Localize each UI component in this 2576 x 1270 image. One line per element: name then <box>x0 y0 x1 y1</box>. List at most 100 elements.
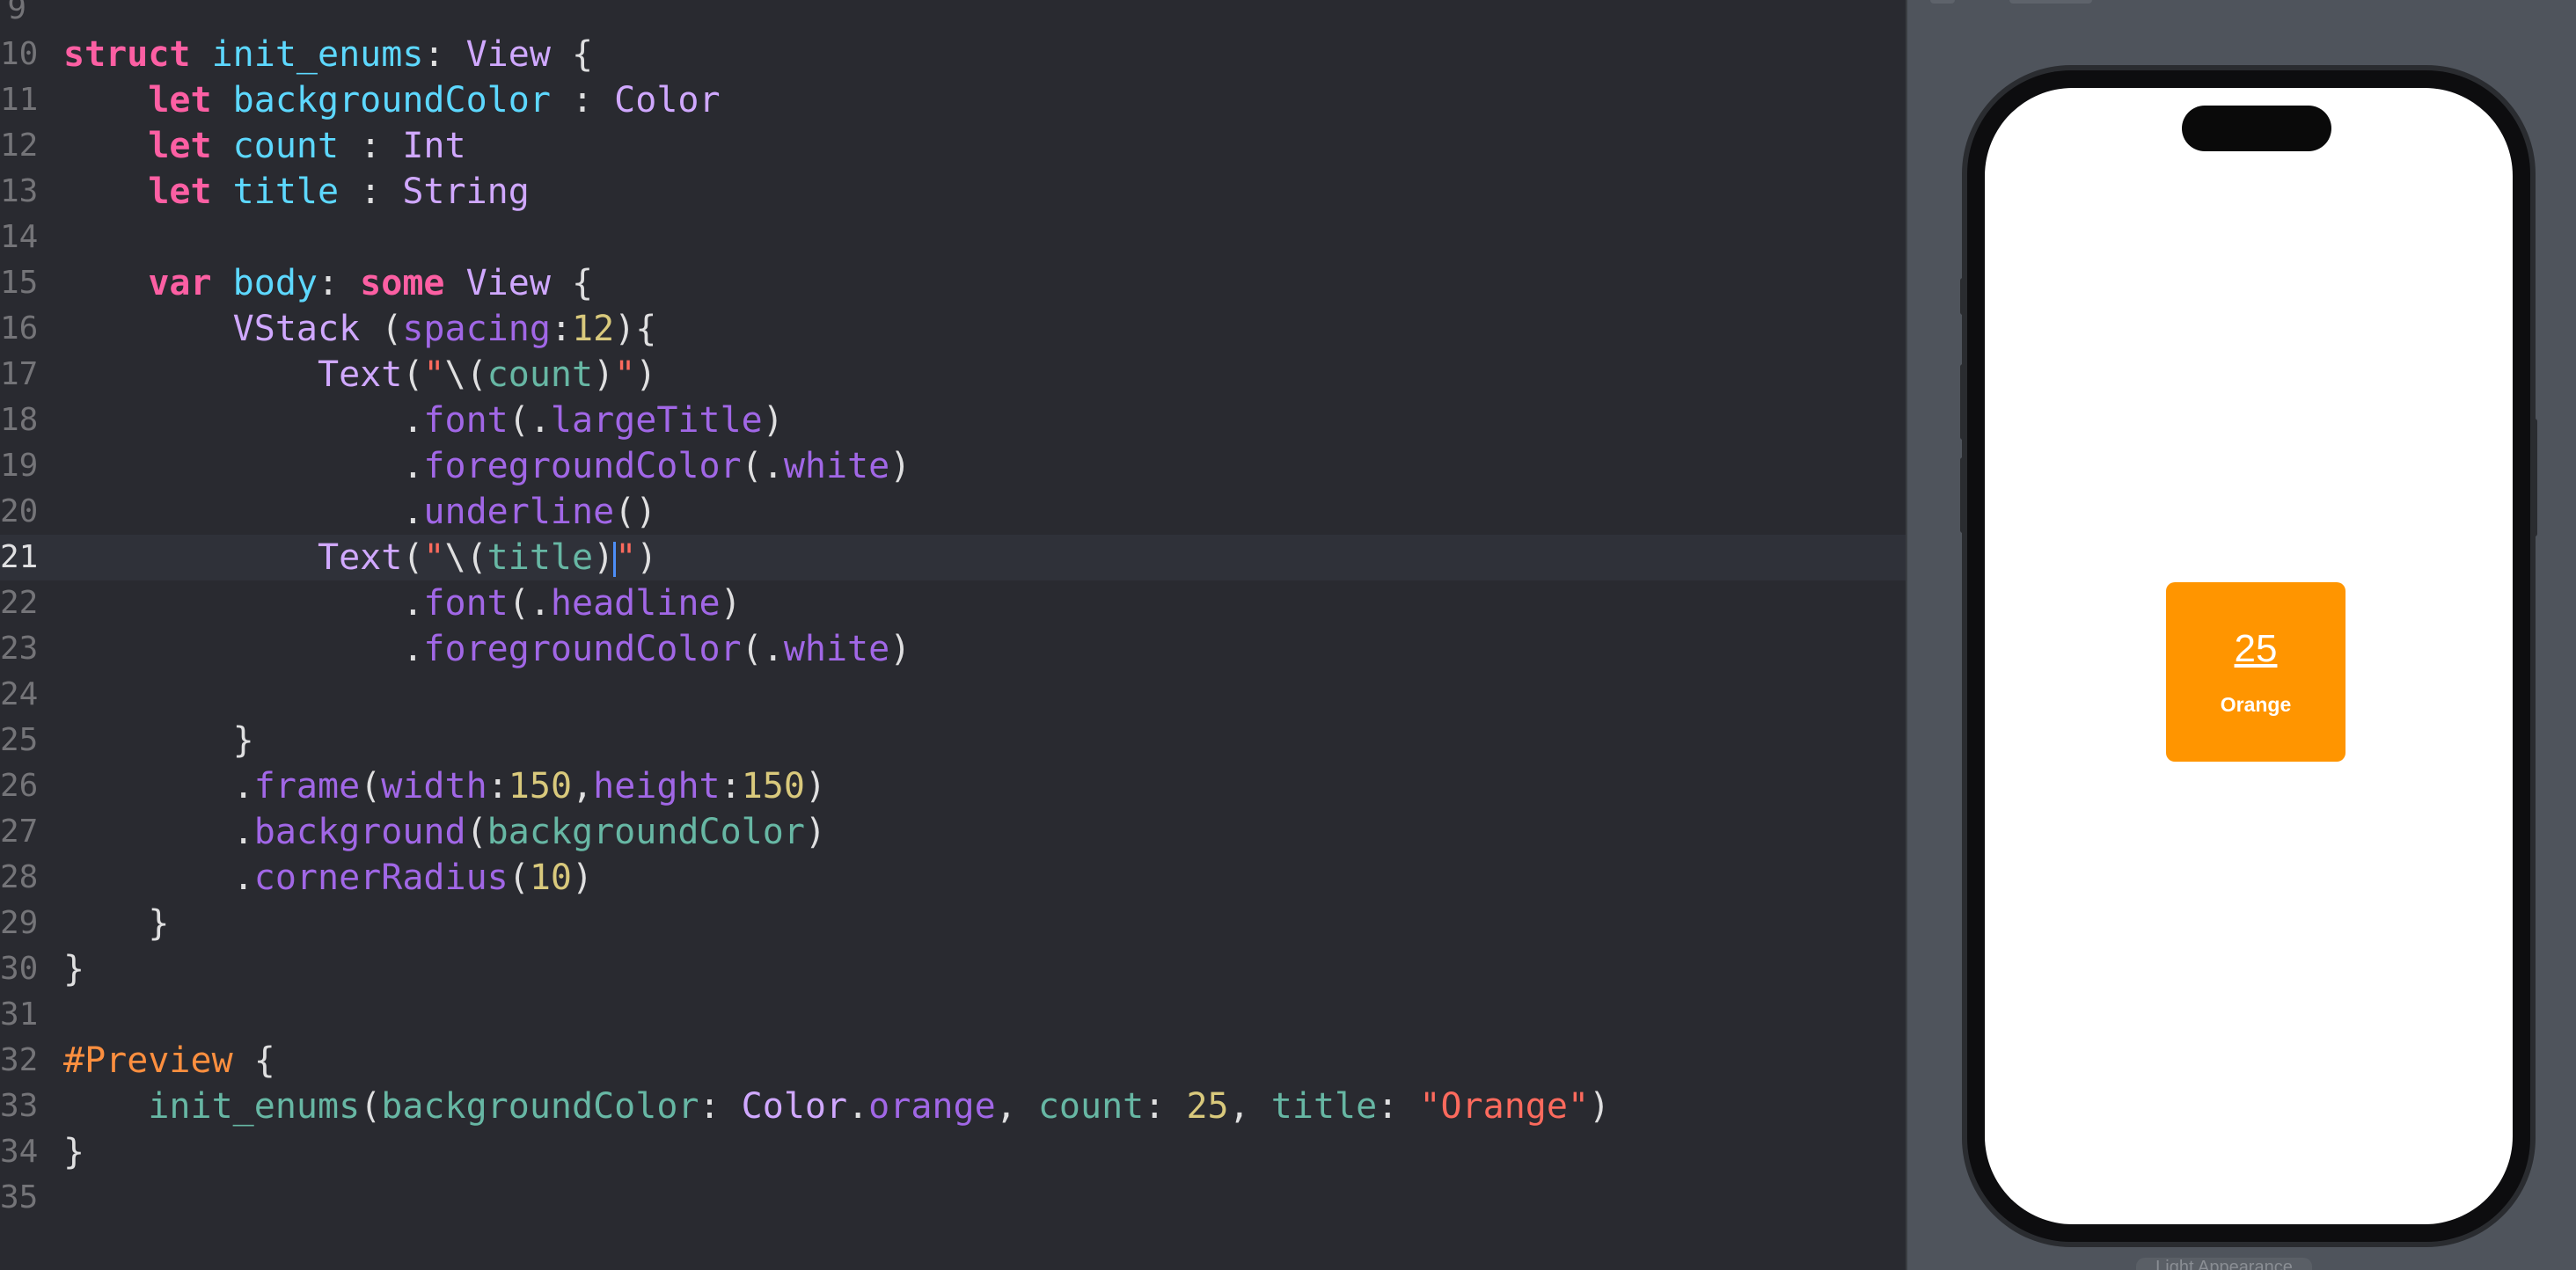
code-line[interactable]: 34} <box>0 1129 1906 1175</box>
code-text[interactable]: .background(backgroundColor) <box>63 809 826 855</box>
code-token: ) <box>1589 1086 1611 1127</box>
power-button <box>2530 419 2537 536</box>
code-line[interactable]: 11 let backgroundColor : Color <box>0 77 1906 123</box>
code-line[interactable]: 35 <box>0 1175 1906 1221</box>
preview-canvas[interactable]: 25 Orange Light Appearance <box>1906 0 2576 1270</box>
code-token: backgroundColor <box>232 80 551 120</box>
code-token: cornerRadius <box>253 858 509 898</box>
code-text[interactable]: let backgroundColor : Color <box>63 77 721 123</box>
code-line[interactable]: 19 .foregroundColor(.white) <box>0 443 1906 489</box>
code-token: " <box>615 537 637 578</box>
code-token: . <box>63 812 254 852</box>
code-token: Color <box>614 80 721 120</box>
code-token: ) <box>593 537 615 578</box>
code-token: white <box>783 629 890 669</box>
appearance-label[interactable]: Light Appearance <box>2136 1258 2312 1270</box>
code-line[interactable]: 23 .foregroundColor(.white) <box>0 626 1906 672</box>
code-text[interactable]: .foregroundColor(.white) <box>63 626 911 672</box>
code-token: spacing <box>402 309 551 349</box>
code-token: height <box>593 766 721 807</box>
code-line[interactable]: 30} <box>0 946 1906 992</box>
code-token: ) <box>635 354 657 395</box>
preview-device-selector[interactable] <box>2009 0 2092 4</box>
code-text[interactable]: .underline() <box>63 489 656 535</box>
code-token: init_enums <box>211 34 424 75</box>
code-text[interactable]: let count : Int <box>63 123 465 169</box>
code-token: } <box>63 903 170 944</box>
line-number: 24 <box>0 676 39 712</box>
code-line[interactable]: 22 .font(.headline) <box>0 580 1906 626</box>
code-token: count <box>487 354 594 395</box>
code-text[interactable]: Text("\(title)") <box>63 535 657 580</box>
code-line[interactable]: 21 Text("\(title)") <box>0 535 1906 580</box>
code-line[interactable]: 20 .underline() <box>0 489 1906 535</box>
code-text[interactable]: var body: some View { <box>63 260 593 306</box>
code-token: ) <box>572 858 594 898</box>
code-token: : <box>318 263 361 303</box>
code-token: var <box>148 263 212 303</box>
code-token: (. <box>508 583 551 624</box>
line-number: 20 <box>0 493 39 529</box>
code-token: ) <box>720 583 742 624</box>
code-token: "Orange" <box>1419 1086 1590 1127</box>
code-token: background <box>253 812 466 852</box>
code-editor[interactable]: 9 10 struct init_enums: View {11 let backg… <box>0 0 1906 1270</box>
code-token: . <box>63 492 424 532</box>
line-number: 28 <box>0 859 39 895</box>
code-token: { <box>232 1040 275 1081</box>
code-line[interactable]: 9 <box>0 0 1906 32</box>
code-line[interactable]: 15 var body: some View { <box>0 260 1906 306</box>
code-token: : <box>423 34 466 75</box>
code-text[interactable]: let title : String <box>63 169 530 215</box>
code-line[interactable]: 16 VStack (spacing:12){ <box>0 306 1906 352</box>
code-line[interactable]: 29 } <box>0 901 1906 946</box>
code-text[interactable]: } <box>63 1129 84 1175</box>
code-line[interactable]: 18 .font(.largeTitle) <box>0 398 1906 443</box>
code-text[interactable]: } <box>63 901 169 946</box>
code-text[interactable]: struct init_enums: View { <box>63 32 593 77</box>
code-text[interactable]: .font(.headline) <box>63 580 742 626</box>
code-line[interactable]: 13 let title : String <box>0 169 1906 215</box>
line-number: 35 <box>0 1179 39 1215</box>
code-line[interactable]: 26 .frame(width:150,height:150) <box>0 763 1906 809</box>
code-token: count <box>1037 1086 1145 1127</box>
code-token: : <box>699 1086 742 1127</box>
preview-toolbar-button[interactable] <box>1930 0 1955 4</box>
code-token: (. <box>741 629 784 669</box>
code-text[interactable]: VStack (spacing:12){ <box>63 306 657 352</box>
code-text[interactable]: .frame(width:150,height:150) <box>63 763 826 809</box>
code-token: : <box>1144 1086 1187 1127</box>
code-line[interactable]: 28 .cornerRadius(10) <box>0 855 1906 901</box>
code-token: width <box>381 766 487 807</box>
code-token: : <box>550 80 615 120</box>
code-text[interactable]: } <box>63 946 84 992</box>
code-text[interactable]: init_enums(backgroundColor: Color.orange… <box>63 1084 1610 1129</box>
code-line[interactable]: 33 init_enums(backgroundColor: Color.ora… <box>0 1084 1906 1129</box>
code-line[interactable]: 31 <box>0 992 1906 1038</box>
code-token: : <box>550 309 572 349</box>
code-token: foregroundColor <box>423 446 742 486</box>
code-line[interactable]: 10 struct init_enums: View { <box>0 32 1906 77</box>
code-token: ( <box>360 766 382 807</box>
code-line[interactable]: 24 <box>0 672 1906 718</box>
volume-up-button <box>1960 364 1967 440</box>
code-line[interactable]: 25 } <box>0 718 1906 763</box>
code-text[interactable]: .foregroundColor(.white) <box>63 443 911 489</box>
code-token: ( <box>402 354 424 395</box>
code-text[interactable]: .cornerRadius(10) <box>63 855 593 901</box>
line-number: 10 <box>0 36 39 72</box>
code-line[interactable]: 32 #Preview { <box>0 1038 1906 1084</box>
code-text[interactable]: Text("\(count)") <box>63 352 656 398</box>
code-token: . <box>63 446 424 486</box>
code-line[interactable]: 17 Text("\(count)") <box>0 352 1906 398</box>
code-line[interactable]: 27 .background(backgroundColor) <box>0 809 1906 855</box>
code-line[interactable]: 14 <box>0 215 1906 260</box>
code-text[interactable]: #Preview { <box>63 1038 275 1084</box>
code-token: ) <box>889 446 911 486</box>
code-text[interactable]: } <box>63 718 254 763</box>
line-number: 23 <box>0 631 39 667</box>
action-button <box>1960 278 1967 315</box>
code-text[interactable]: .font(.largeTitle) <box>63 398 784 443</box>
code-line[interactable]: 12 let count : Int <box>0 123 1906 169</box>
